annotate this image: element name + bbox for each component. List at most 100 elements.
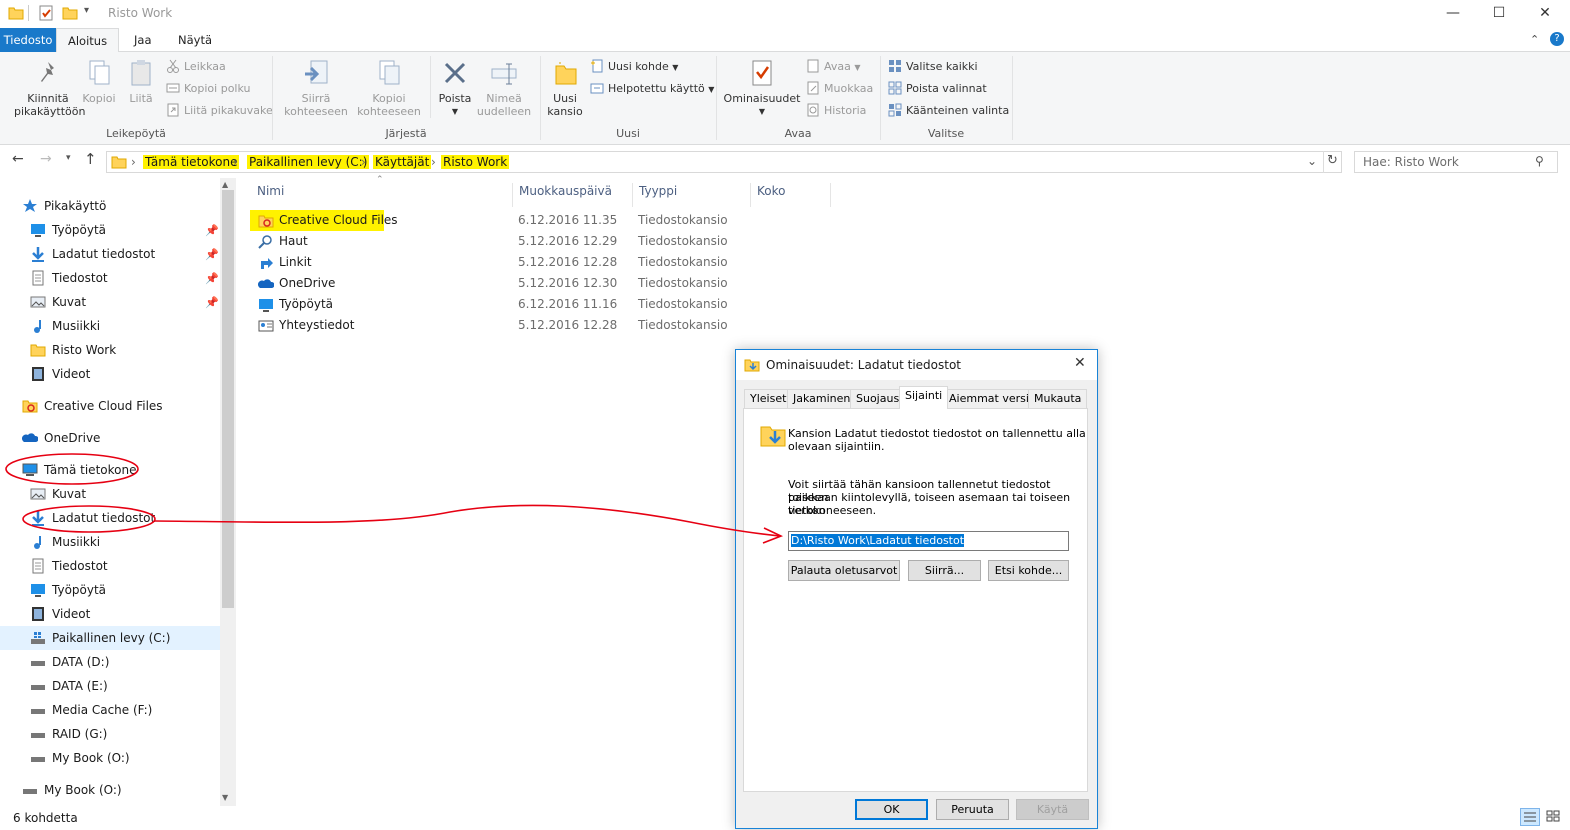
forward-arrow-icon[interactable]: → <box>40 151 52 167</box>
help-icon[interactable]: ? <box>1550 32 1564 46</box>
dialog-close-icon[interactable]: ✕ <box>1074 355 1086 371</box>
paste-button[interactable]: Liitä <box>122 58 160 105</box>
large-icons-view-icon[interactable] <box>1544 808 1564 826</box>
up-arrow-icon[interactable]: ↑ <box>84 150 97 168</box>
location-path-input[interactable]: D:\Risto Work\Ladatut tiedostot <box>788 531 1069 551</box>
cancel-button[interactable]: Peruuta <box>936 799 1009 820</box>
new-item-button[interactable]: Uusi kohde ▼ <box>590 58 678 76</box>
new-folder-quick-icon[interactable] <box>62 5 78 21</box>
delete-button[interactable]: Poista ▼ <box>434 58 476 118</box>
move-to-button[interactable]: Siirrä kohteeseen <box>278 58 354 118</box>
file-name: OneDrive <box>279 276 336 290</box>
file-type: Tiedostokansio <box>638 318 728 332</box>
tab-share[interactable]: Jaa <box>123 28 163 52</box>
file-row[interactable]: Yhteystiedot 5.12.2016 12.28 Tiedostokan… <box>250 315 730 336</box>
copy-to-button[interactable]: Kopioi kohteeseen <box>354 58 424 118</box>
scroll-up-icon[interactable]: ▲ <box>222 180 228 189</box>
tab-general[interactable]: Yleiset <box>744 389 793 408</box>
properties-quick-icon[interactable] <box>38 5 54 21</box>
collapse-ribbon-icon[interactable]: ⌃ <box>1530 33 1539 46</box>
file-type: Tiedostokansio <box>638 213 728 227</box>
new-folder-icon <box>550 58 580 88</box>
creative-cloud-folder-icon <box>22 398 38 414</box>
cut-button[interactable]: Leikkaa <box>166 58 226 76</box>
tab-home[interactable]: Aloitus <box>56 28 120 53</box>
column-modified[interactable]: Muokkauspäivä <box>513 183 633 207</box>
easy-access-button[interactable]: Helpotettu käyttö ▼ <box>590 80 714 98</box>
file-row[interactable]: Työpöytä 6.12.2016 11.16 Tiedostokansio <box>250 294 730 315</box>
window-title: Risto Work <box>108 6 173 20</box>
copy-path-button[interactable]: Kopioi polku <box>166 80 251 98</box>
properties-dialog: Ominaisuudet: Ladatut tiedostot ✕ Yleise… <box>735 349 1098 829</box>
file-row[interactable]: Linkit 5.12.2016 12.28 Tiedostokansio <box>250 252 730 273</box>
properties-button[interactable]: Ominaisuudet ▼ <box>722 58 802 118</box>
file-row[interactable]: OneDrive 5.12.2016 12.30 Tiedostokansio <box>250 273 730 294</box>
title-bar: ▾ Risto Work — ☐ ✕ <box>0 0 1570 28</box>
apply-button[interactable]: Käytä <box>1016 799 1089 820</box>
back-arrow-icon[interactable]: ← <box>12 151 24 167</box>
delete-x-icon <box>440 58 470 88</box>
folder-icon <box>111 154 127 173</box>
select-all-button[interactable]: Valitse kaikki <box>888 58 978 76</box>
onedrive-cloud-icon <box>21 430 39 446</box>
breadcrumb-risto-work[interactable]: Risto Work <box>441 155 510 169</box>
customize-quick-access-icon[interactable]: ▾ <box>84 5 100 21</box>
file-date: 5.12.2016 12.28 <box>518 318 618 332</box>
pin-quick-access-button[interactable]: Kiinnitä pikakäyttöön <box>14 58 85 118</box>
chevron-right-icon: › <box>431 155 436 169</box>
tab-sharing[interactable]: Jakaminen <box>787 389 857 408</box>
column-type[interactable]: Tyyppi <box>633 183 751 207</box>
find-target-button[interactable]: Etsi kohde... <box>988 560 1069 581</box>
new-folder-button[interactable]: Uusi kansio <box>544 58 586 118</box>
chevron-down-icon: ▼ <box>672 63 679 72</box>
history-button[interactable]: Historia <box>806 102 866 120</box>
ribbon-tabs: Tiedosto Aloitus Jaa Näytä ⌃ ? <box>0 28 1570 53</box>
edit-button[interactable]: Muokkaa <box>806 80 873 98</box>
paste-shortcut-button[interactable]: Liitä pikakuvake <box>166 102 273 120</box>
scissors-icon <box>166 59 180 73</box>
tab-view[interactable]: Näytä <box>167 28 223 52</box>
nav-label: Kuvat <box>52 295 87 309</box>
details-view-icon[interactable] <box>1520 808 1540 826</box>
recent-locations-icon[interactable]: ▾ <box>66 153 71 163</box>
address-bar[interactable]: › Tämä tietokone › Paikallinen levy (C:)… <box>106 151 1342 173</box>
documents-icon <box>30 270 46 286</box>
nav-label: OneDrive <box>44 431 101 445</box>
minimize-button[interactable]: — <box>1430 0 1476 28</box>
breadcrumb-this-pc[interactable]: Tämä tietokone <box>143 155 240 169</box>
edit-label: Muokkaa <box>824 82 874 95</box>
easy-access-icon <box>590 81 604 95</box>
file-row[interactable]: Haut 5.12.2016 12.29 Tiedostokansio <box>250 231 730 252</box>
breadcrumb-local-disk[interactable]: Paikallinen levy (C:) <box>247 155 370 169</box>
file-row[interactable]: Creative Cloud Files 6.12.2016 11.35 Tie… <box>250 210 730 231</box>
maximize-button[interactable]: ☐ <box>1476 0 1522 28</box>
tab-file[interactable]: Tiedosto <box>0 28 56 52</box>
tab-location[interactable]: Sijainti <box>899 386 949 409</box>
pictures-icon <box>30 294 46 310</box>
column-size[interactable]: Koko <box>751 183 831 207</box>
ok-button[interactable]: OK <box>855 799 928 820</box>
refresh-icon[interactable]: ↻ <box>1327 153 1338 168</box>
easy-access-label: Helpotettu käyttö <box>608 82 705 95</box>
open-button[interactable]: Avaa ▼ <box>806 58 861 76</box>
copy-button[interactable]: Kopioi <box>80 58 118 105</box>
restore-defaults-button[interactable]: Palauta oletusarvot <box>788 560 900 581</box>
scroll-down-icon[interactable]: ▼ <box>222 793 228 802</box>
search-input[interactable]: Hae: Risto Work ⚲ <box>1354 151 1558 173</box>
invert-selection-button[interactable]: Käänteinen valinta <box>888 102 1009 120</box>
nav-scrollbar-thumb[interactable] <box>222 190 234 608</box>
tab-customize[interactable]: Mukauta <box>1028 389 1088 408</box>
folder-icon <box>30 342 46 358</box>
paste-label: Liitä <box>129 92 153 105</box>
folder-icon <box>8 5 24 21</box>
column-name[interactable]: Nimi <box>251 183 513 207</box>
select-none-button[interactable]: Poista valinnat <box>888 80 987 98</box>
rename-button[interactable]: Nimeä uudelleen <box>476 58 532 118</box>
group-new-label: Uusi <box>616 127 640 140</box>
breadcrumb-users[interactable]: Käyttäjät <box>373 155 432 169</box>
download-arrow-icon <box>30 246 46 262</box>
close-button[interactable]: ✕ <box>1522 0 1568 28</box>
move-button[interactable]: Siirrä... <box>908 560 981 581</box>
tab-security[interactable]: Suojaus <box>850 389 906 408</box>
address-dropdown-icon[interactable]: ⌄ <box>1307 154 1317 168</box>
